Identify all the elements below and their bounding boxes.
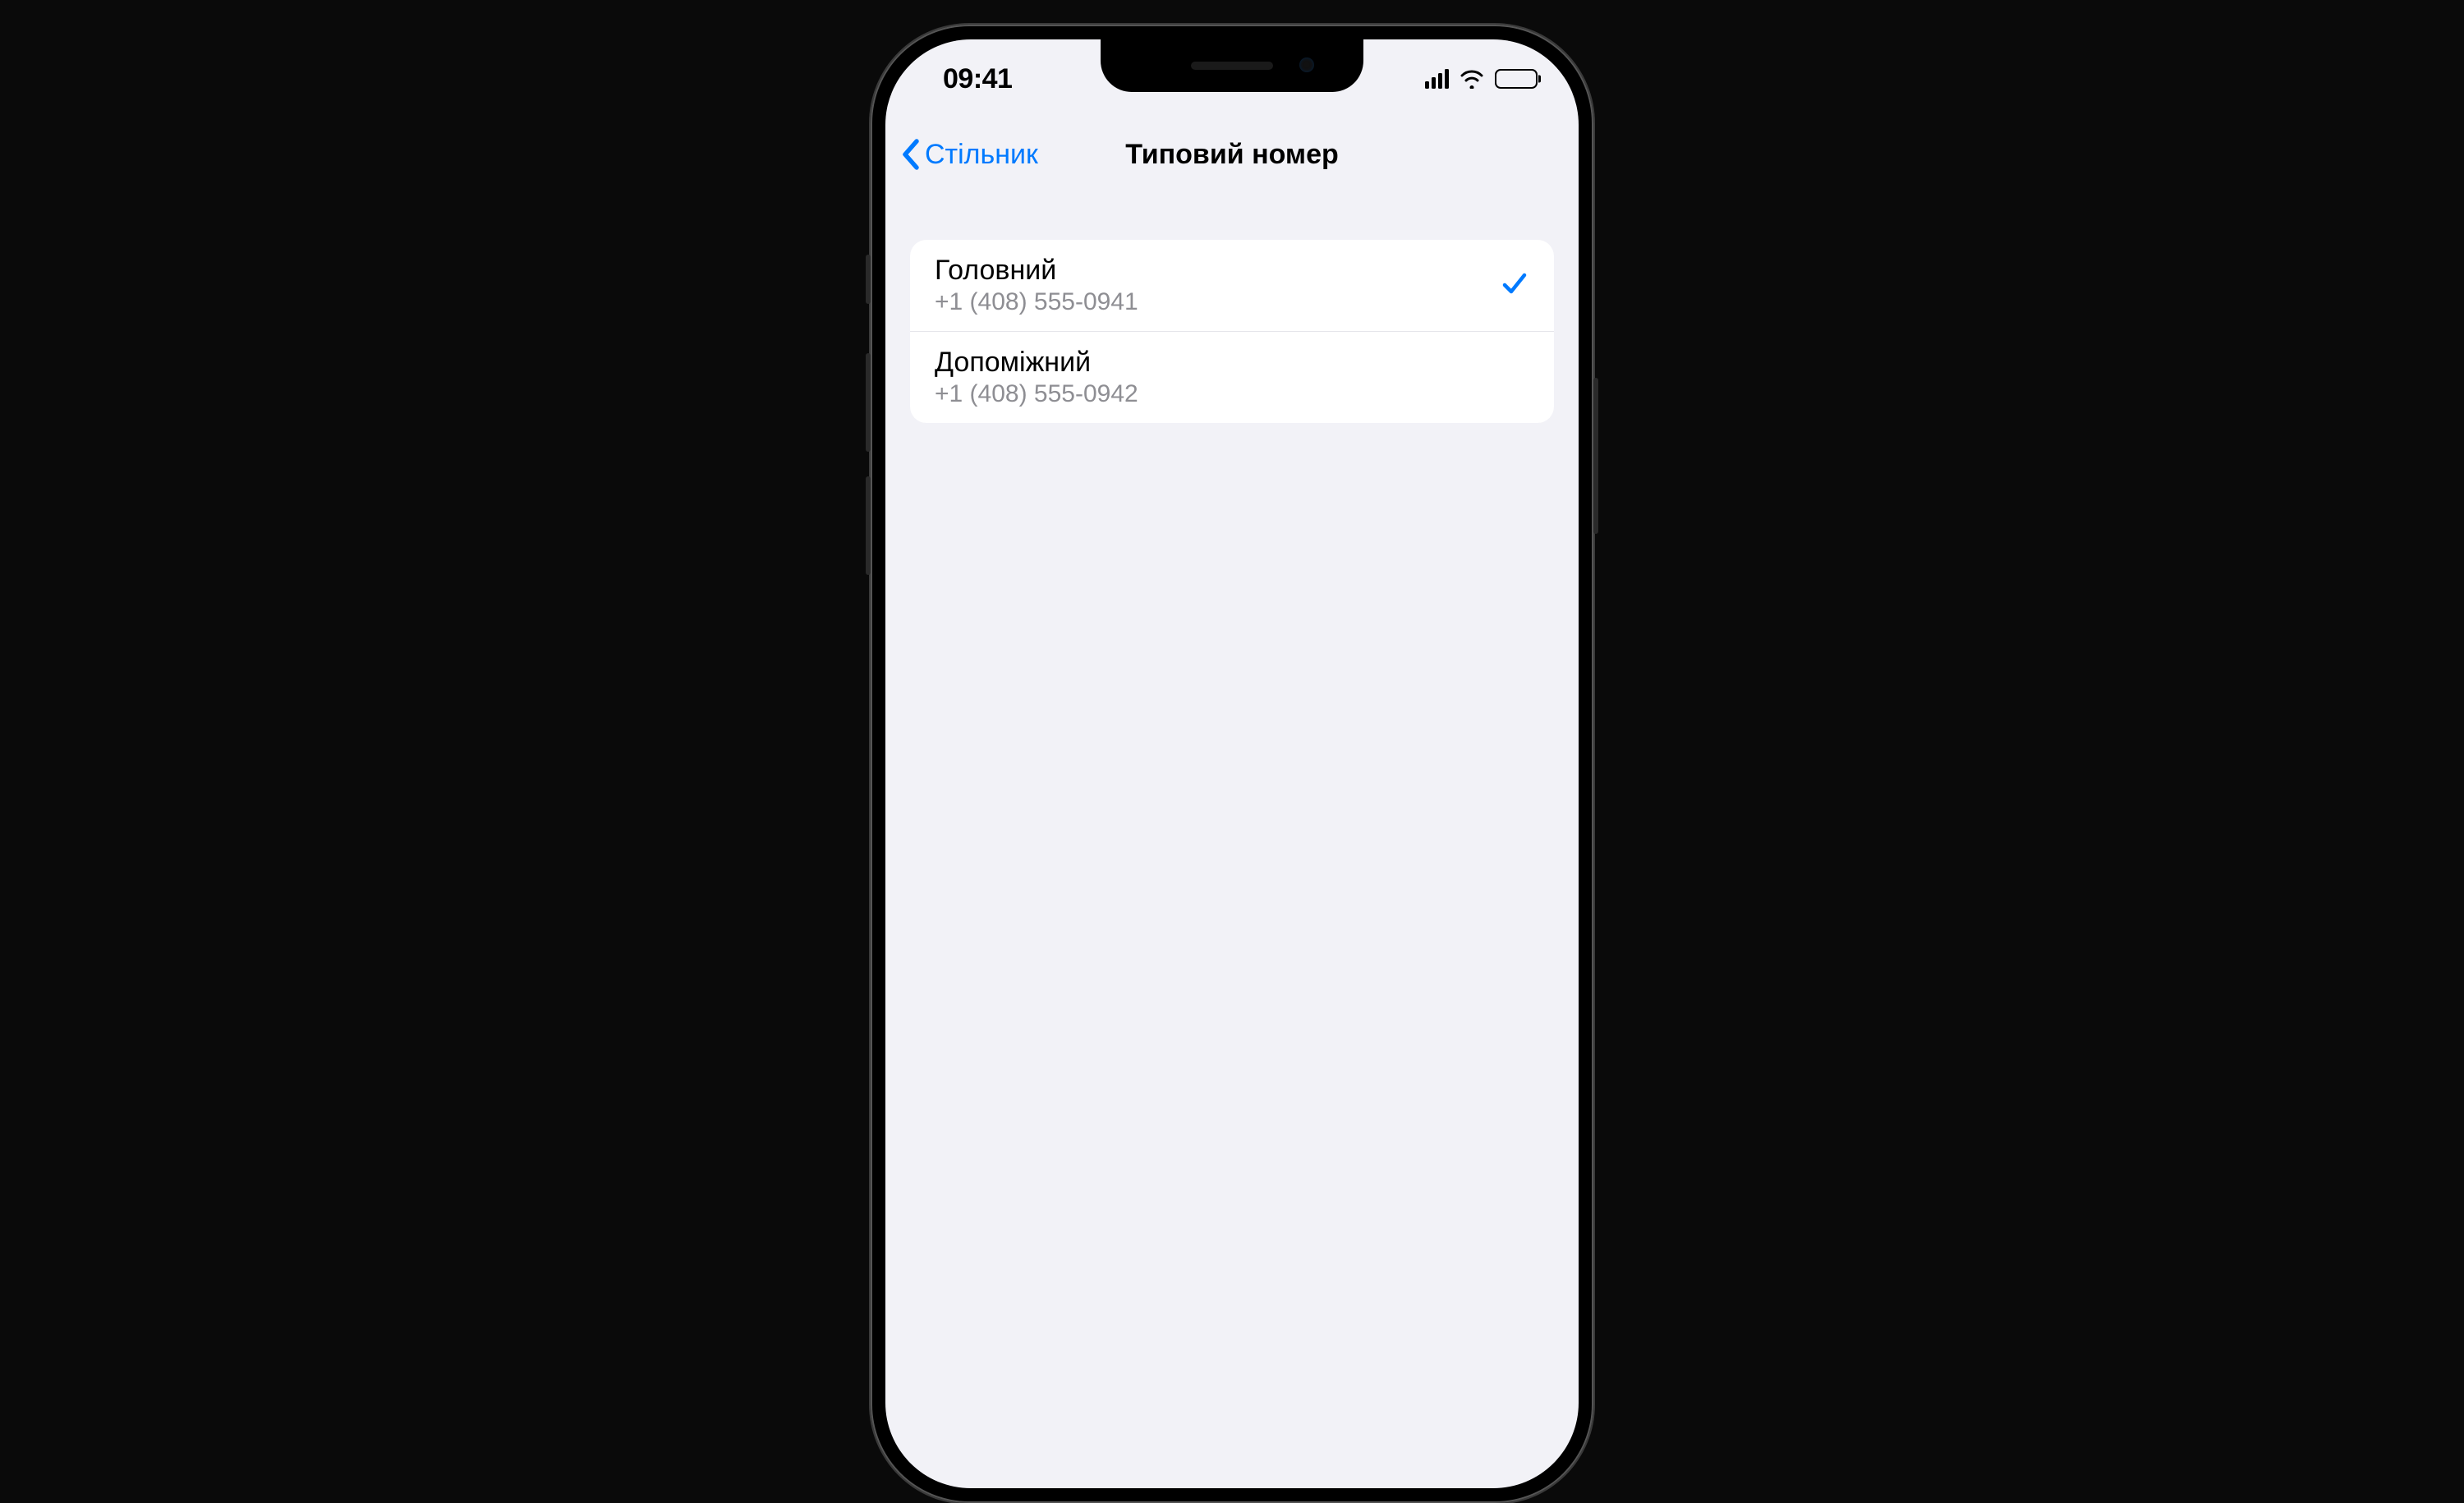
notch <box>1101 39 1363 92</box>
back-button[interactable]: Стільник <box>900 138 1038 171</box>
option-number: +1 (408) 555-0942 <box>935 380 1529 408</box>
wifi-icon <box>1459 69 1485 89</box>
chevron-left-icon <box>900 138 922 171</box>
phone-frame: 09:41 <box>871 25 1593 1503</box>
screen: 09:41 <box>885 39 1579 1488</box>
option-text: Допоміжний +1 (408) 555-0942 <box>935 347 1529 408</box>
back-label: Стільник <box>925 139 1038 171</box>
navigation-bar: Стільник Типовий номер <box>885 118 1579 191</box>
content: Головний +1 (408) 555-0941 Допоміжний <box>885 191 1579 423</box>
front-camera <box>1299 57 1314 72</box>
status-icons <box>1425 69 1538 89</box>
volume-up-button <box>866 353 871 452</box>
option-label: Допоміжний <box>935 347 1529 379</box>
option-number: +1 (408) 555-0941 <box>935 288 1500 316</box>
power-button <box>1593 378 1598 534</box>
option-text: Головний +1 (408) 555-0941 <box>935 255 1500 316</box>
options-group: Головний +1 (408) 555-0941 Допоміжний <box>910 240 1554 423</box>
volume-down-button <box>866 476 871 575</box>
checkmark-icon <box>1500 269 1529 302</box>
mute-switch <box>866 255 871 304</box>
battery-icon <box>1495 69 1538 89</box>
option-label: Головний <box>935 255 1500 287</box>
page-title: Типовий номер <box>1125 139 1339 171</box>
speaker-grille <box>1191 62 1273 70</box>
option-primary[interactable]: Головний +1 (408) 555-0941 <box>910 240 1554 331</box>
option-secondary[interactable]: Допоміжний +1 (408) 555-0942 <box>910 331 1554 423</box>
cellular-icon <box>1425 69 1449 89</box>
status-time: 09:41 <box>943 63 1012 95</box>
